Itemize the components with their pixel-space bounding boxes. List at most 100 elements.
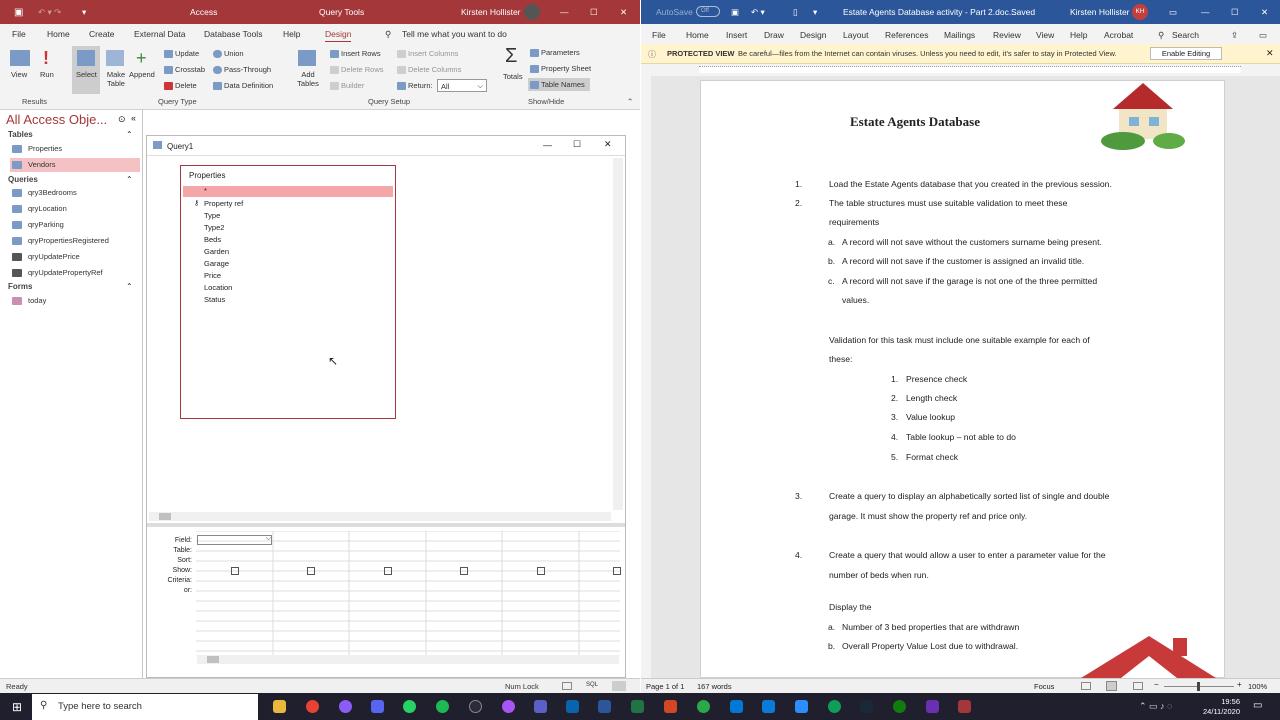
tab-acrobat[interactable]: Acrobat [1104, 30, 1133, 40]
save-icon[interactable]: ▣ [731, 7, 739, 18]
ribbon-display-icon[interactable]: ▭ [1169, 7, 1177, 18]
return-select[interactable]: All ⌵ [437, 79, 487, 92]
field-item[interactable]: Property ref [204, 199, 243, 208]
vertical-ruler[interactable] [641, 76, 651, 678]
tab-references[interactable]: References [885, 30, 928, 40]
add-tables-button[interactable]: Add Tables [296, 70, 320, 88]
data-definition-button[interactable]: Data Definition [213, 81, 273, 91]
word-icon[interactable] [598, 700, 611, 713]
nav-section-forms[interactable]: Forms [8, 282, 32, 291]
insert-rows-button[interactable]: Insert Rows [330, 49, 381, 59]
nav-query-item[interactable]: qryLocation [10, 202, 140, 216]
property-sheet-button[interactable]: Property Sheet [530, 64, 591, 74]
show-checkbox[interactable] [231, 567, 239, 575]
undo-icon[interactable]: ↶ ▾ [751, 7, 765, 18]
edge-icon[interactable] [828, 700, 841, 713]
chrome-icon[interactable] [306, 700, 319, 713]
windows-start-icon[interactable]: ⊞ [12, 700, 22, 714]
parameters-button[interactable]: Parameters [530, 48, 580, 58]
web-layout-icon[interactable] [1133, 682, 1143, 690]
document-page[interactable]: Estate Agents Database 1. Load the Estat… [700, 80, 1225, 678]
append-icon[interactable]: + [136, 48, 147, 69]
nav-query-item[interactable]: qryUpdatePropertyRef [10, 266, 140, 280]
app-icon[interactable] [697, 700, 710, 713]
field-item[interactable]: Price [204, 271, 221, 280]
zoom-slider-thumb[interactable] [1197, 682, 1200, 691]
new-doc-icon[interactable]: ▯ [793, 7, 798, 18]
make-table-icon[interactable] [106, 50, 124, 66]
github-icon[interactable] [469, 700, 482, 713]
outlook-icon[interactable] [566, 700, 579, 713]
nav-query-item[interactable]: qryUpdatePrice [10, 250, 140, 264]
run-button[interactable]: Run [40, 70, 54, 79]
scroll-thumb[interactable] [159, 513, 171, 520]
view-button[interactable]: View [11, 70, 27, 79]
save-icon[interactable]: ▣ [14, 7, 23, 18]
pass-through-button[interactable]: Pass-Through [213, 65, 271, 75]
nav-section-queries[interactable]: Queries [8, 175, 38, 184]
tab-help[interactable]: Help [1070, 30, 1087, 40]
app-icon[interactable] [339, 700, 352, 713]
tab-design[interactable]: Design [325, 29, 352, 43]
chevron-up-icon[interactable]: ⌃ [126, 175, 133, 184]
tab-database-tools[interactable]: Database Tools [204, 29, 262, 39]
scroll-thumb[interactable] [207, 656, 219, 663]
tab-review[interactable]: Review [993, 30, 1021, 40]
access-icon[interactable] [958, 700, 971, 713]
select-button[interactable]: Select [76, 70, 97, 79]
excel-icon[interactable] [631, 700, 644, 713]
delete-button[interactable]: Delete [164, 81, 197, 91]
datasheet-view-icon[interactable] [562, 682, 572, 690]
qat-dropdown-icon[interactable]: ▾ [82, 7, 86, 18]
run-icon[interactable]: ! [43, 48, 49, 69]
close-icon[interactable]: ✕ [620, 7, 627, 18]
qat-dropdown-icon[interactable]: ▾ [813, 7, 817, 18]
field-dropdown[interactable]: ⌵ [197, 535, 272, 545]
user-name[interactable]: Kirsten Hollister [1070, 7, 1130, 17]
horizontal-scrollbar[interactable] [149, 512, 611, 521]
zoom-icon[interactable] [795, 700, 808, 713]
chevron-up-icon[interactable]: ⌃ [126, 130, 133, 139]
table-field-list[interactable]: Properties * ⚷ Property ref Type Type2 B… [180, 165, 396, 419]
taskbar-search-box[interactable]: ⚲ Type here to search [32, 694, 258, 720]
field-item[interactable]: Type [204, 211, 220, 220]
teams-icon[interactable] [534, 700, 547, 713]
comments-icon[interactable]: ▭ [1259, 30, 1267, 41]
minimize-icon[interactable]: — [560, 7, 569, 17]
collapse-ribbon-icon[interactable]: ⌃ [627, 97, 633, 106]
nav-query-item[interactable]: qry3Bedrooms [10, 186, 140, 200]
design-view-icon[interactable] [612, 681, 626, 691]
search-box[interactable]: Search [1172, 30, 1199, 40]
powerpoint-icon[interactable] [664, 700, 677, 713]
tab-design[interactable]: Design [800, 30, 826, 40]
close-icon[interactable]: ✕ [604, 139, 612, 150]
insert-columns-button[interactable]: Insert Columns [397, 49, 458, 59]
user-initials-avatar[interactable]: KH [1132, 4, 1148, 20]
tab-insert[interactable]: Insert [726, 30, 747, 40]
nav-table-vendors[interactable]: Vendors [10, 158, 140, 172]
grid-horizontal-scrollbar[interactable] [197, 655, 619, 664]
file-explorer-icon[interactable] [273, 700, 286, 713]
vscode-icon[interactable] [730, 700, 743, 713]
show-checkbox[interactable] [384, 567, 392, 575]
table-names-button[interactable]: Table Names [528, 78, 590, 91]
enable-editing-button[interactable]: Enable Editing [1150, 47, 1222, 60]
crosstab-button[interactable]: Crosstab [164, 65, 205, 75]
sigma-icon[interactable]: Σ [505, 45, 517, 68]
totals-button[interactable]: Totals [503, 72, 523, 81]
field-item[interactable]: Garage [204, 259, 229, 268]
chevron-up-icon[interactable]: ⌃ [126, 282, 133, 291]
undo-icon[interactable]: ↶ ▾ ↷ [38, 7, 61, 18]
make-table-button[interactable]: Make Table [104, 70, 128, 88]
tab-home[interactable]: Home [47, 29, 70, 39]
messenger-icon[interactable] [502, 700, 515, 713]
field-item[interactable]: Garden [204, 247, 229, 256]
maximize-icon[interactable]: ☐ [590, 7, 598, 18]
clock[interactable]: 19:56 24/11/2020 [1196, 697, 1240, 717]
app-icon[interactable] [762, 700, 775, 713]
avatar[interactable] [524, 4, 540, 20]
notifications-icon[interactable]: ▭ [1253, 700, 1262, 711]
field-item[interactable]: * [204, 186, 207, 195]
view-icon[interactable] [10, 50, 30, 66]
tab-draw[interactable]: Draw [764, 30, 784, 40]
